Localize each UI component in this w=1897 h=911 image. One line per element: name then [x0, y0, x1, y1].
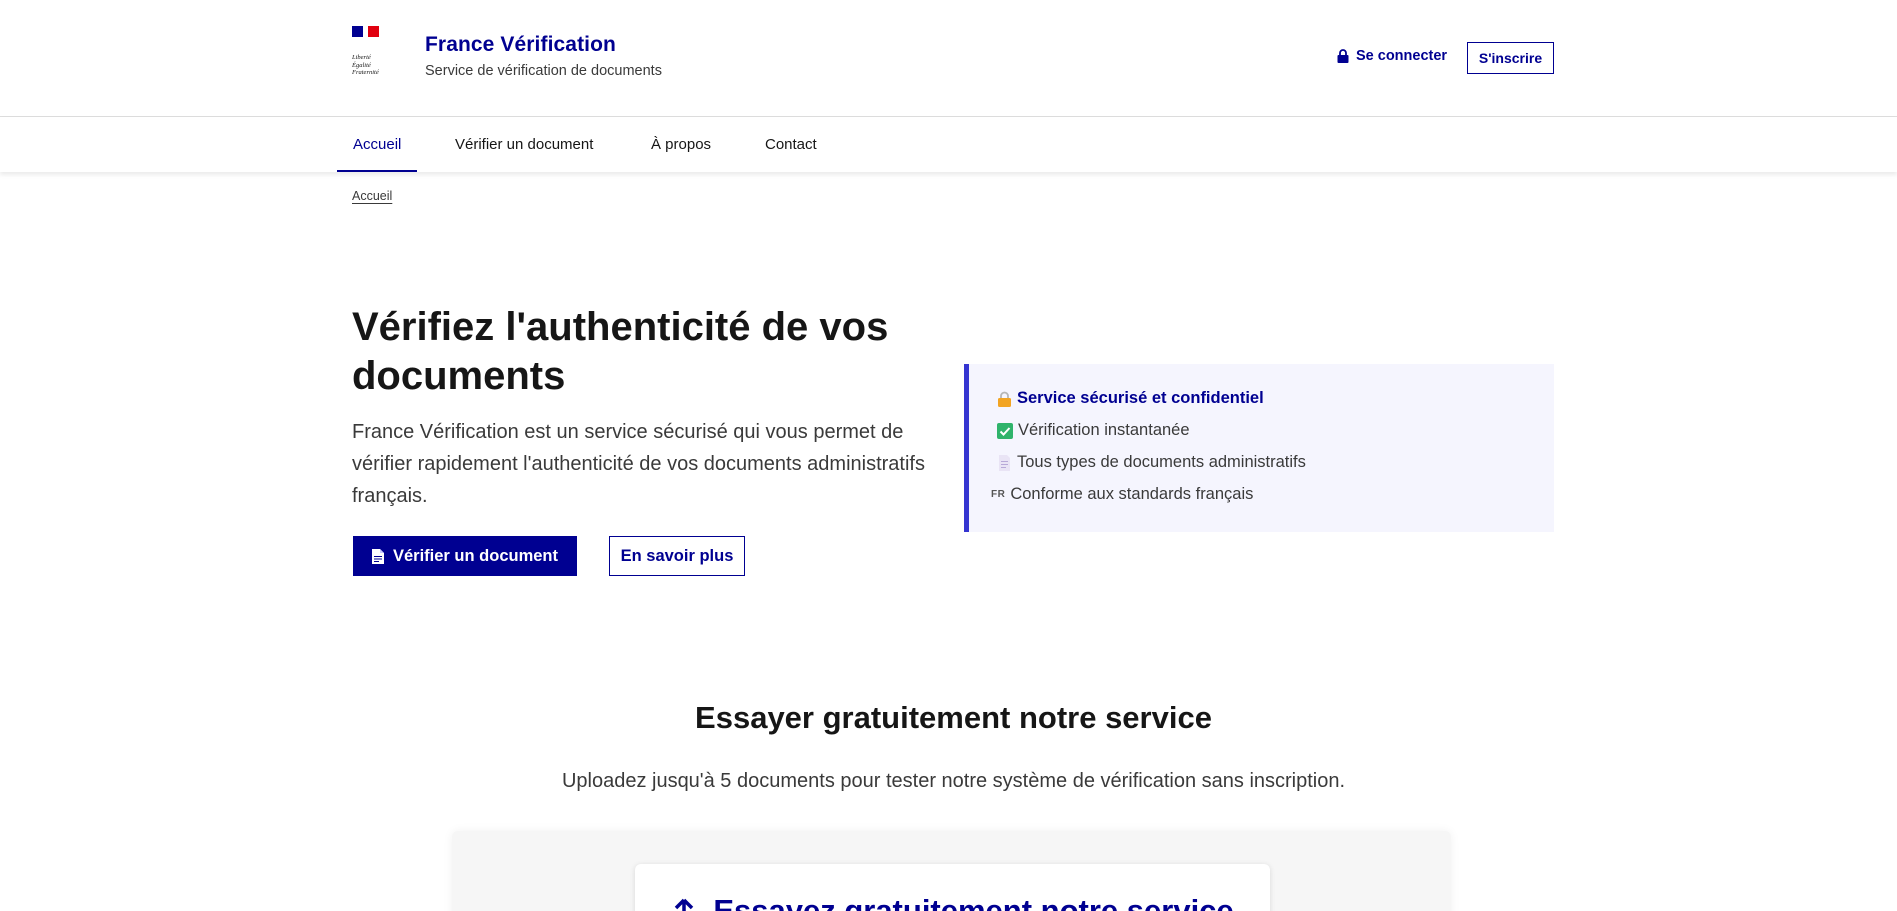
lock-icon	[1337, 49, 1349, 63]
feature-text: Conforme aux standards français	[1010, 485, 1254, 503]
feature-text: Tous types de documents administratifs	[1017, 453, 1306, 471]
signup-button[interactable]: S'inscrire	[1467, 42, 1554, 74]
hero-lead: France Vérification est un service sécur…	[352, 421, 925, 507]
upload-arrow-icon	[675, 898, 694, 911]
upload-card-title-text: Essayez gratuitement notre service	[713, 893, 1234, 911]
document-icon	[371, 548, 384, 564]
nav-item-a-propos[interactable]: À propos	[651, 117, 711, 172]
motto-line: Égalité	[352, 61, 371, 69]
nav-item-verifier[interactable]: Vérifier un document	[455, 117, 593, 172]
upload-card-title: Essayez gratuitement notre service	[0, 893, 1897, 911]
main-navigation: Accueil Vérifier un document À propos Co…	[0, 117, 1897, 172]
trial-section-title: Essayer gratuitement notre service	[695, 700, 1212, 735]
site-subtitle: Service de vérification de documents	[425, 63, 662, 79]
breadcrumb[interactable]: Accueil	[352, 189, 392, 203]
feature-item: Vérification instantanée	[997, 421, 1190, 440]
padlock-icon	[998, 391, 1011, 407]
trial-section-subtitle: Uploadez jusqu'à 5 documents pour tester…	[561, 770, 1346, 792]
nav-item-accueil[interactable]: Accueil	[336, 117, 418, 172]
republique-francaise-logo[interactable]: Liberté Égalité Fraternité	[352, 26, 398, 86]
fr-flag-icon: FR	[991, 489, 1006, 500]
login-label: Se connecter	[1356, 48, 1448, 64]
french-flag-icon	[352, 26, 398, 37]
nav-item-contact[interactable]: Contact	[765, 117, 817, 172]
hero-title: Vérifiez l'authenticité de vos documents	[352, 305, 889, 398]
feature-text: Vérification instantanée	[1018, 421, 1190, 439]
login-link[interactable]: Se connecter	[1337, 48, 1447, 64]
verify-document-button[interactable]: Vérifier un document	[353, 536, 577, 576]
feature-item: Service sécurisé et confidentiel	[997, 389, 1264, 408]
motto-line: Fraternité	[352, 69, 379, 76]
learn-more-button[interactable]: En savoir plus	[609, 536, 745, 576]
feature-text: Service sécurisé et confidentiel	[1017, 389, 1264, 407]
feature-item: Tous types de documents administratifs	[997, 453, 1306, 472]
features-callout: Service sécurisé et confidentiel Vérific…	[964, 364, 1554, 532]
site-header: Liberté Égalité Fraternité France Vérifi…	[0, 0, 1897, 117]
motto: Liberté Égalité Fraternité	[352, 54, 398, 77]
motto-line: Liberté	[352, 54, 371, 61]
site-title[interactable]: France Vérification	[425, 33, 616, 57]
feature-item: FR Conforme aux standards français	[991, 485, 1253, 504]
check-icon	[997, 422, 1013, 439]
document-icon	[999, 454, 1010, 471]
verify-document-label: Vérifier un document	[392, 546, 559, 565]
